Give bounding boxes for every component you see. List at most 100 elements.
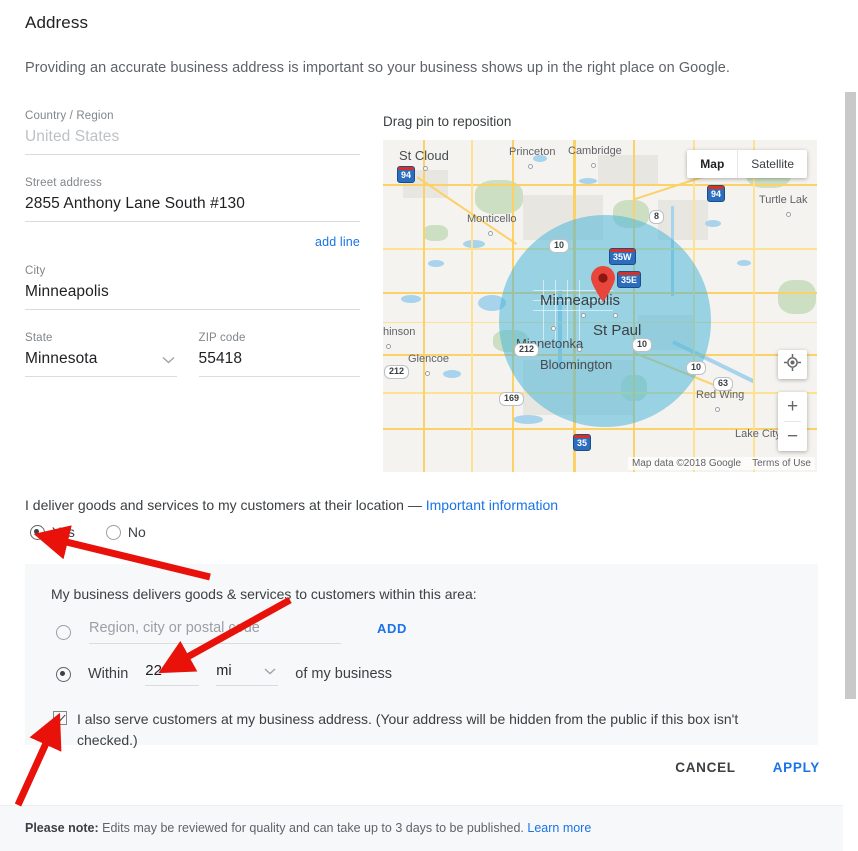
footer-note-text: Please note: Edits may be reviewed for q…: [25, 821, 591, 835]
form-actions: CANCEL APPLY: [675, 760, 820, 775]
location-pin-icon[interactable]: [590, 265, 616, 303]
street-address-underline: [25, 221, 360, 222]
map-shield-us10-e: 10: [632, 338, 653, 352]
state-field[interactable]: State Minnesota: [25, 332, 177, 377]
country-field[interactable]: Country / Region United States: [25, 110, 360, 155]
important-information-link[interactable]: Important information: [426, 497, 558, 513]
country-underline: [25, 154, 360, 155]
state-label: State: [25, 332, 53, 344]
footer-note-body: Edits may be reviewed for quality and ca…: [98, 821, 528, 835]
within-option-row: Within 22 mi of my business: [56, 662, 392, 686]
serve-at-address-row: I also serve customers at my business ad…: [53, 709, 783, 752]
chevron-down-icon: [162, 353, 175, 366]
within-label: Within: [88, 666, 129, 682]
map-caption: Drag pin to reposition: [383, 114, 512, 129]
country-value: United States: [25, 128, 120, 145]
street-address-field[interactable]: Street address 2855 Anthony Lane South #…: [25, 177, 360, 222]
map-type-map[interactable]: Map: [687, 150, 737, 178]
footer-note: Please note: Edits may be reviewed for q…: [0, 805, 847, 851]
radio-region[interactable]: [56, 624, 71, 640]
map-shield-us8: 8: [649, 210, 665, 224]
city-label: City: [25, 265, 46, 277]
service-area-circle: [499, 215, 711, 427]
zip-value: 55418: [198, 350, 243, 367]
learn-more-link[interactable]: Learn more: [527, 821, 591, 835]
map-data-credit: Map data ©2018 Google: [631, 458, 742, 469]
map-canvas[interactable]: St Cloud Princeton Cambridge Turtle Lak …: [383, 140, 817, 472]
my-location-button[interactable]: [778, 350, 807, 379]
map-zoom-control[interactable]: + −: [778, 392, 807, 451]
scrollbar-thumb[interactable]: [845, 92, 856, 699]
chevron-down-icon: [264, 664, 276, 677]
map-label-cambridge: Cambridge: [568, 145, 622, 157]
map-label-st-cloud: St Cloud: [399, 148, 449, 163]
map-shield-i94-west: 94: [397, 166, 416, 183]
zoom-out-button[interactable]: −: [778, 422, 807, 451]
terms-of-use-link[interactable]: Terms of Use: [752, 458, 811, 469]
radio-no[interactable]: [105, 524, 121, 540]
state-select[interactable]: Minnesota: [25, 350, 177, 376]
delivery-question: I deliver goods and services to my custo…: [25, 497, 558, 513]
zip-label: ZIP code: [198, 332, 246, 344]
radio-yes[interactable]: [30, 524, 45, 540]
map-shield-i35w: 35W: [609, 248, 636, 265]
radio-within[interactable]: [56, 666, 71, 682]
footer-note-prefix: Please note:: [25, 821, 99, 835]
map-shield-us212-e: 212: [514, 343, 540, 357]
map-shield-i35e: 35E: [617, 271, 642, 288]
within-distance-input[interactable]: 22: [145, 662, 200, 686]
map-label-princeton: Princeton: [509, 146, 556, 158]
delivery-radio-group: Yes No: [30, 524, 146, 540]
city-field[interactable]: City Minneapolis: [25, 265, 360, 310]
zoom-in-button[interactable]: +: [778, 392, 807, 421]
map-label-hutchinson: hinson: [383, 326, 416, 338]
address-form: Country / Region United States Street ad…: [25, 110, 360, 377]
vertical-scrollbar[interactable]: [843, 0, 858, 851]
map-shield-i35: 35: [573, 434, 592, 451]
service-area-panel: My business delivers goods & services to…: [25, 564, 818, 748]
map-label-glencoe: Glencoe: [408, 353, 449, 365]
map-label-st-paul: St Paul: [593, 322, 642, 339]
map-type-satellite[interactable]: Satellite: [738, 150, 807, 178]
serve-at-address-checkbox[interactable]: [53, 711, 67, 725]
address-editor-page: Address Providing an accurate business a…: [0, 0, 858, 851]
add-line-button[interactable]: add line: [315, 235, 360, 249]
street-address-label: Street address: [25, 177, 102, 189]
crosshair-icon: [784, 353, 801, 376]
add-region-button[interactable]: ADD: [377, 621, 407, 636]
distance-unit-select[interactable]: mi: [216, 662, 279, 686]
of-my-business-label: of my business: [295, 666, 393, 682]
map-shield-us212-w: 212: [384, 365, 410, 379]
map-shield-us10-se: 10: [686, 361, 707, 375]
map-label-bloomington: Bloomington: [540, 357, 613, 372]
state-value: Minnesota: [25, 350, 98, 367]
radio-no-label: No: [127, 524, 146, 540]
map-shield-i94-east: 94: [707, 185, 726, 202]
apply-button[interactable]: APPLY: [773, 760, 820, 775]
state-zip-row: State Minnesota ZIP code 55418: [25, 332, 360, 377]
country-label: Country / Region: [25, 110, 114, 122]
region-input[interactable]: Region, city or postal code: [89, 620, 341, 644]
distance-unit-value: mi: [216, 662, 232, 679]
zip-field[interactable]: ZIP code 55418: [198, 332, 360, 377]
page-description: Providing an accurate business address i…: [25, 60, 730, 76]
map-shield-us169: 169: [499, 392, 525, 406]
map-label-lake-city: Lake City: [735, 428, 781, 440]
radio-yes-label: Yes: [52, 524, 75, 540]
state-underline: [25, 376, 177, 377]
map-shield-us63: 63: [713, 377, 734, 391]
add-line-row: add line: [25, 222, 360, 255]
cancel-button[interactable]: CANCEL: [675, 760, 735, 775]
street-address-value: 2855 Anthony Lane South #130: [25, 195, 245, 212]
city-value: Minneapolis: [25, 283, 109, 300]
page-title: Address: [25, 13, 89, 32]
map-label-monticello: Monticello: [467, 213, 517, 225]
map-type-control[interactable]: Map Satellite: [687, 150, 807, 178]
map-attribution: Map data ©2018 Google Terms of Use: [627, 457, 815, 470]
serve-at-address-label: I also serve customers at my business ad…: [77, 711, 739, 749]
region-option-row: Region, city or postal code ADD: [56, 620, 407, 644]
city-underline: [25, 309, 360, 310]
zip-underline: [198, 376, 360, 377]
map-shield-us10-n: 10: [549, 239, 570, 253]
service-area-title: My business delivers goods & services to…: [51, 586, 477, 602]
